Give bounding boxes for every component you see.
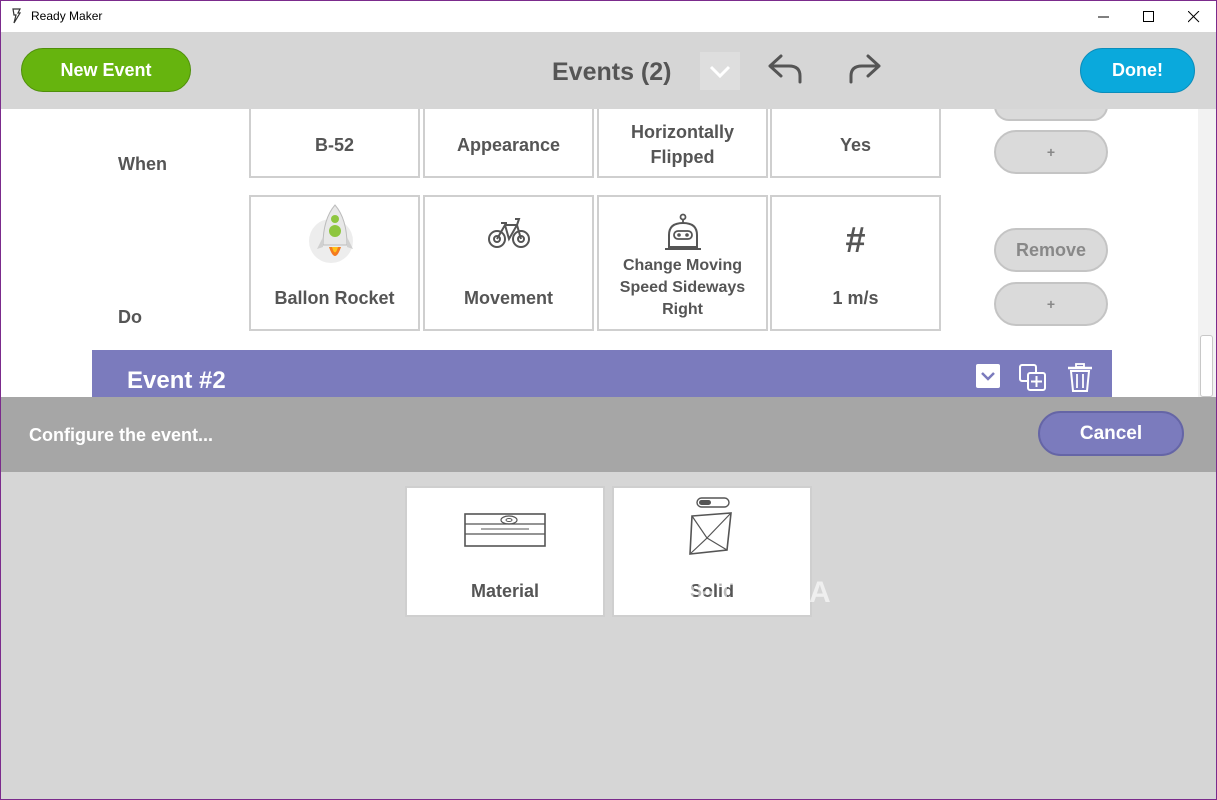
when-label: When	[118, 154, 167, 174]
configure-prompt: Configure the event...	[29, 425, 214, 445]
event-2-header[interactable]: Event #2	[92, 350, 1112, 397]
events-title: Events (2)	[552, 58, 672, 86]
done-button[interactable]: Done!	[1080, 48, 1195, 93]
when-remove-button[interactable]	[994, 109, 1108, 121]
option-material-label: Material	[470, 581, 540, 601]
title-bar: Ready Maker	[1, 1, 1216, 32]
close-icon	[1188, 11, 1200, 23]
do-add-button[interactable]: +	[994, 282, 1108, 326]
maximize-button[interactable]	[1126, 1, 1172, 32]
scrollbar-thumb[interactable]	[1200, 335, 1213, 397]
when-add-button[interactable]: +	[994, 130, 1108, 174]
do-label: Do	[118, 307, 142, 327]
configure-bar: Configure the event... Cancel	[1, 397, 1216, 472]
cancel-button[interactable]: Cancel	[1038, 411, 1184, 456]
do-remove-button[interactable]: Remove	[994, 228, 1108, 272]
content-scrollbar[interactable]	[1198, 109, 1216, 397]
when-property-cell[interactable]: Horizontally Flipped	[597, 109, 768, 178]
do-object-cell[interactable]: Ballon Rocket	[249, 195, 420, 331]
number-icon: #	[845, 219, 866, 260]
close-button[interactable]	[1171, 1, 1216, 32]
collapse-chevron-icon[interactable]	[975, 363, 1001, 389]
duplicate-icon[interactable]	[1018, 363, 1048, 393]
minimize-icon	[1098, 16, 1109, 18]
window-title: Ready Maker	[31, 9, 103, 23]
when-value-cell[interactable]: Yes	[770, 109, 941, 178]
do-action-cell[interactable]: Change Moving Speed Sideways Right	[597, 195, 768, 331]
undo-icon[interactable]	[767, 50, 807, 88]
watermark: SOFTPEDIA	[651, 576, 832, 609]
redo-icon[interactable]	[844, 50, 884, 88]
app-logo-icon	[12, 8, 22, 24]
bicycle-icon	[487, 218, 530, 248]
events-toolbar: New Event Events (2) Done!	[1, 32, 1216, 109]
minimize-button[interactable]	[1081, 1, 1127, 32]
trash-icon[interactable]	[1067, 363, 1093, 393]
solid-icon	[689, 497, 732, 555]
when-object-cell[interactable]: B-52	[249, 109, 420, 178]
event-2-title: Event #2	[127, 367, 226, 394]
robot-icon	[664, 213, 701, 250]
maximize-icon	[1143, 11, 1154, 22]
do-value-cell[interactable]: # 1 m/s	[770, 195, 941, 331]
events-dropdown-button[interactable]	[700, 52, 740, 90]
option-material[interactable]: Material	[405, 486, 605, 617]
chevron-down-icon	[709, 65, 731, 79]
material-icon	[464, 513, 546, 547]
when-category-cell[interactable]: Appearance	[423, 109, 594, 178]
app-window: Ready Maker New Event Events (2) Done! W…	[0, 0, 1217, 800]
do-category-cell[interactable]: Movement	[423, 195, 594, 331]
event-list: When Do B-52 Appearance Horizontally Fli…	[1, 109, 1198, 397]
balloon-rocket-icon	[308, 204, 353, 263]
new-event-button[interactable]: New Event	[21, 48, 191, 92]
